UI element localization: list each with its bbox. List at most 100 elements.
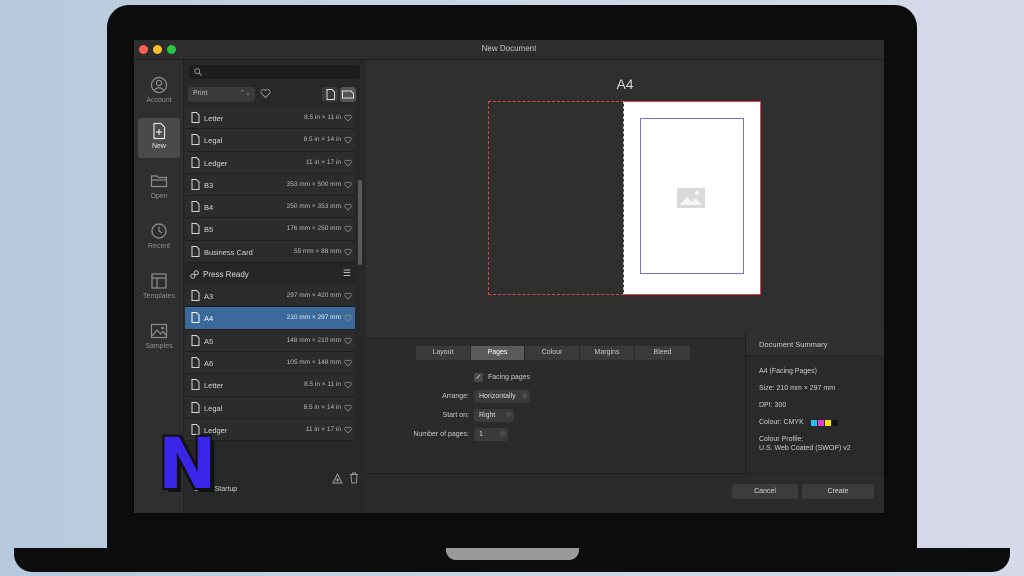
preset-name: Ledger: [204, 158, 228, 168]
preset-row[interactable]: Legal 8.5 in × 14 in: [185, 396, 355, 419]
heart-icon[interactable]: [344, 159, 352, 167]
summary-heading: Document Summary: [746, 333, 884, 356]
new-document-icon: [153, 122, 166, 140]
preset-scrollbar[interactable]: [357, 107, 363, 460]
tab-colour[interactable]: Colour: [525, 346, 580, 360]
document-icon: [191, 379, 200, 391]
portrait-orientation-button[interactable]: [322, 87, 338, 102]
document-icon: [191, 356, 200, 368]
laptop-notch: [446, 548, 579, 560]
rail-recent-label: Recent: [147, 243, 171, 250]
preset-size: 297 mm × 420 mm: [286, 292, 341, 300]
category-dropdown-value: Print: [193, 90, 208, 97]
preset-row[interactable]: Letter 8.5 in × 11 in: [185, 374, 355, 397]
cancel-button[interactable]: Cancel: [732, 484, 798, 499]
create-button[interactable]: Create: [802, 484, 874, 499]
stepper-chevron-icon: ◇: [500, 431, 505, 437]
preset-row[interactable]: B5 176 mm × 250 mm: [185, 218, 355, 241]
samples-image-icon: [150, 323, 168, 339]
new-document-dialog: New Document Account New Open Recent Tem…: [134, 40, 884, 513]
search-icon: [194, 68, 202, 76]
heart-icon[interactable]: [344, 381, 352, 389]
preset-size: 55 mm × 88 mm: [293, 247, 341, 255]
heart-icon[interactable]: [344, 225, 352, 234]
tab-bleed[interactable]: Bleed: [635, 346, 691, 360]
category-dropdown[interactable]: Print ⌃⌄: [188, 87, 255, 102]
left-page-placeholder: [488, 101, 624, 295]
preset-row[interactable]: A6 105 mm × 148 mm: [185, 351, 355, 375]
preset-row[interactable]: A3 297 mm × 420 mm: [185, 285, 355, 308]
preset-name: Legal: [204, 403, 223, 413]
heart-icon[interactable]: [344, 404, 352, 412]
summary-dpi: DPI: 300: [759, 402, 787, 409]
arrange-select[interactable]: Horizontally ◇: [474, 390, 530, 403]
rail-recent[interactable]: Recent: [138, 218, 180, 258]
preset-row[interactable]: Ledger 11 in × 17 in: [185, 151, 355, 174]
heart-icon[interactable]: [344, 203, 352, 211]
heart-icon[interactable]: [344, 426, 352, 434]
preset-row[interactable]: Business Card 55 mm × 88 mm: [185, 240, 355, 264]
preset-row[interactable]: Legal 8.5 in × 14 in: [185, 129, 355, 152]
document-summary: Document Summary A4 (Facing Pages) Size:…: [745, 333, 884, 473]
preset-name: A6: [204, 358, 214, 368]
preset-row[interactable]: A4 210 mm × 297 mm: [185, 307, 355, 330]
hamburger-menu-icon[interactable]: ☰: [343, 268, 351, 279]
preset-name: B3: [204, 180, 214, 190]
link-icon: [190, 270, 199, 279]
rail-samples[interactable]: Samples: [138, 318, 180, 358]
preset-row[interactable]: B3 353 mm × 500 mm: [185, 173, 355, 197]
rail-new-label: New: [151, 143, 166, 150]
preset-size: 11 in × 17 in: [305, 425, 341, 433]
tab-margins[interactable]: Margins: [580, 346, 635, 360]
heart-icon[interactable]: [344, 359, 352, 367]
tab-layout[interactable]: Layout: [416, 346, 471, 360]
number-of-pages-value: 1: [479, 431, 483, 438]
preset-row[interactable]: A5 148 mm × 210 mm: [185, 329, 355, 352]
rail-templates[interactable]: Templates: [138, 268, 180, 308]
preset-name: Letter: [204, 114, 224, 123]
document-icon: [191, 312, 200, 324]
preset-name: Business Card: [204, 247, 253, 257]
document-preview: A4: [366, 60, 884, 338]
title-bar: New Document: [134, 40, 884, 60]
heart-icon[interactable]: [344, 337, 352, 345]
start-on-select[interactable]: Right ◇: [474, 409, 514, 422]
heart-icon[interactable]: [344, 314, 352, 322]
document-icon: [191, 334, 200, 346]
summary-colour: Colour: CMYK: [759, 419, 804, 426]
number-of-pages-stepper[interactable]: 1 ◇: [474, 428, 508, 441]
heart-icon[interactable]: [344, 114, 352, 122]
facing-pages-checkbox[interactable]: ✓: [474, 373, 483, 382]
search-input[interactable]: [189, 65, 360, 79]
heart-icon[interactable]: [344, 292, 352, 300]
preset-size: 176 mm × 250 mm: [286, 225, 341, 233]
preset-name: A4: [204, 314, 214, 324]
document-icon: [191, 223, 200, 235]
preset-name: A3: [204, 292, 214, 302]
preset-size: 8.5 in × 14 in: [303, 136, 341, 144]
preset-scrollbar-thumb[interactable]: [358, 180, 362, 265]
trash-icon[interactable]: [349, 472, 359, 484]
add-preset-icon[interactable]: [332, 473, 343, 484]
heart-icon[interactable]: [344, 181, 352, 189]
rail-open[interactable]: Open: [138, 168, 180, 208]
start-on-chevron-icon: ◇: [506, 412, 511, 418]
rail-account[interactable]: Account: [138, 72, 180, 112]
recent-clock-icon: [151, 223, 167, 239]
rail-samples-label: Samples: [145, 343, 173, 350]
preset-name: A5: [204, 336, 214, 346]
preset-row[interactable]: Letter 8.5 in × 11 in: [185, 107, 355, 130]
preset-size: 11 in × 17 in: [305, 158, 341, 166]
heart-icon[interactable]: [344, 136, 352, 144]
preset-size: 8.5 in × 14 in: [303, 403, 341, 411]
portrait-icon: [326, 89, 335, 100]
favorites-heart-icon[interactable]: [260, 88, 271, 99]
rail-account-label: Account: [146, 97, 172, 104]
landscape-orientation-button[interactable]: [340, 87, 356, 102]
rail-new[interactable]: New: [138, 118, 180, 158]
heart-icon[interactable]: [344, 248, 352, 256]
preset-size: 210 mm × 297 mm: [286, 314, 341, 322]
section-header-press-ready[interactable]: Press Ready ☰: [185, 263, 355, 286]
tab-pages[interactable]: Pages: [471, 346, 525, 360]
preset-row[interactable]: B4 250 mm × 353 mm: [185, 196, 355, 219]
